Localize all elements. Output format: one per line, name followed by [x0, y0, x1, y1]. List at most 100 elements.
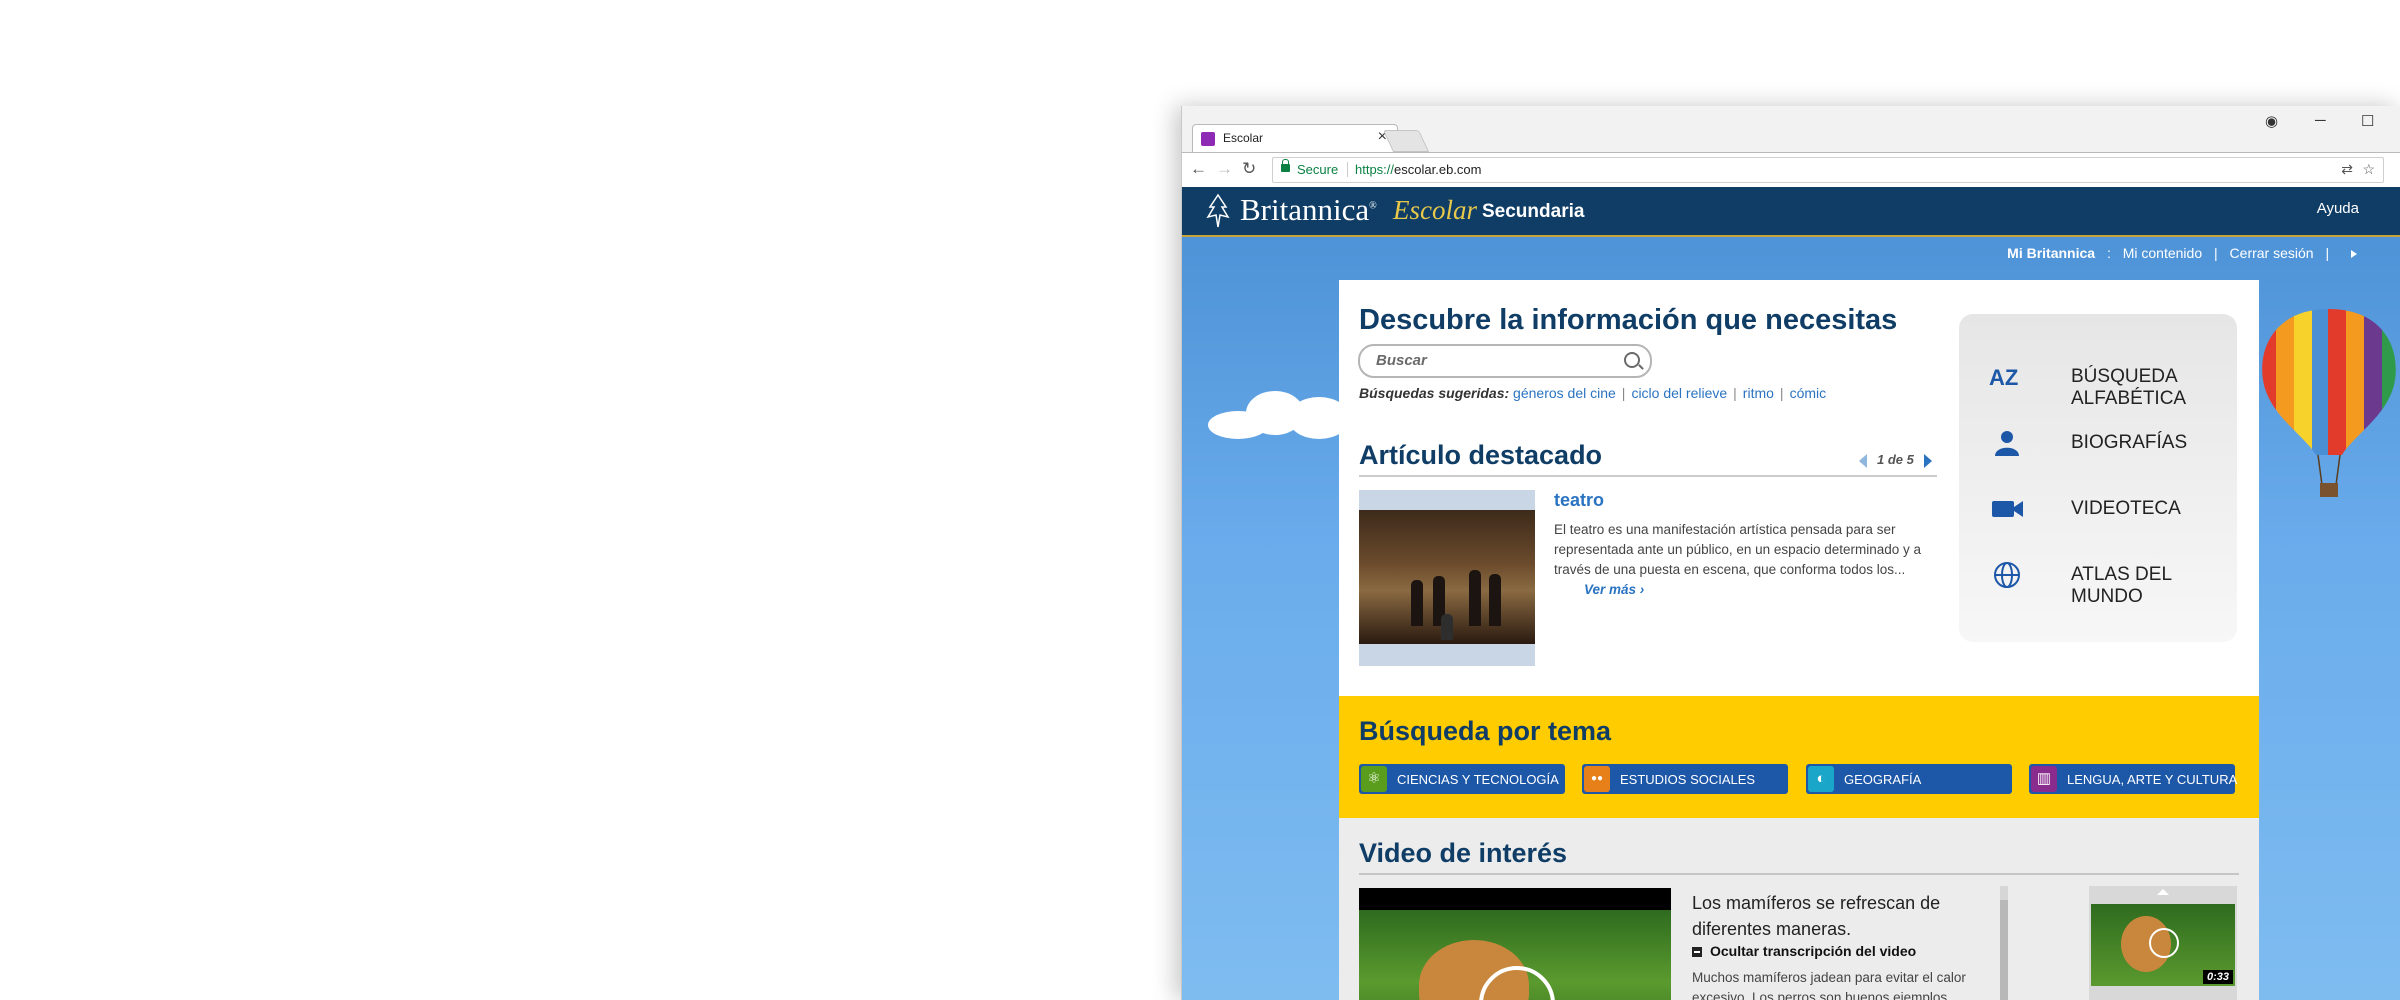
- suggested-label: Búsquedas sugeridas:: [1359, 385, 1510, 401]
- title-bar: Escolar × ◉ ─ ☐: [1182, 106, 2400, 153]
- quick-link-label: ATLAS DEL MUNDO: [2071, 564, 2172, 607]
- scroll-up-arrow-icon[interactable]: [2157, 889, 2169, 895]
- topic-label: CIENCIAS Y TECNOLOGÍA: [1397, 772, 1559, 787]
- web-page: Britannica® Escolar Secundaria Ayuda Mi …: [1182, 187, 2400, 1000]
- topics-title: Búsqueda por tema: [1359, 716, 1612, 746]
- profile-icon[interactable]: ◉: [2265, 112, 2278, 130]
- reload-icon[interactable]: ↻: [1242, 159, 1256, 179]
- featured-pager: 1 de 5: [1859, 452, 1932, 468]
- logo-britannica[interactable]: Britannica®: [1240, 192, 1377, 228]
- transcript-toggle[interactable]: Ocultar transcripción del video: [1692, 943, 1916, 959]
- maximize-icon[interactable]: ☐: [2361, 112, 2374, 130]
- omnibox-divider: [1347, 162, 1348, 177]
- topic-label: ESTUDIOS SOCIALES: [1620, 772, 1756, 787]
- scrollbar-thumb[interactable]: [2000, 900, 2008, 1000]
- quick-link-world-atlas[interactable]: ATLAS DEL MUNDO: [1989, 554, 2229, 607]
- quick-link-label: BÚSQUEDA ALFABÉTICA: [2071, 366, 2187, 409]
- collapse-icon: [1692, 947, 1702, 958]
- quick-link-label: VIDEOTECA: [2071, 498, 2181, 519]
- video-thumbnail[interactable]: 0:33: [2091, 904, 2235, 986]
- main-card: Descubre la información que necesitas Bú…: [1339, 280, 2259, 1000]
- quick-link-video-library[interactable]: VIDEOTECA: [1989, 488, 2229, 528]
- quick-link-label: BIOGRAFÍAS: [2071, 432, 2188, 453]
- transcript-scrollbar[interactable]: [2000, 886, 2008, 1000]
- video-title: Video de interés: [1359, 838, 1568, 868]
- tab-title: Escolar: [1223, 131, 1264, 145]
- translate-icon[interactable]: ⇄: [2341, 161, 2353, 178]
- suggestion-divider: |: [1733, 385, 1737, 401]
- logo-escolar: Escolar: [1393, 195, 1477, 225]
- suggested-searches: Búsquedas sugeridas: géneros del cine | ci…: [1359, 385, 1826, 401]
- video-thumbnail-rail: 0:33: [2089, 886, 2237, 1000]
- user-bar-divider: |: [2325, 245, 2330, 261]
- article-thumbnail[interactable]: [1359, 490, 1535, 666]
- my-britannica-link[interactable]: Mi Britannica: [2007, 245, 2095, 261]
- help-link[interactable]: Ayuda: [2317, 200, 2359, 217]
- user-bar-colon: :: [2106, 245, 2111, 261]
- suggestion-link[interactable]: géneros del cine: [1513, 385, 1616, 401]
- video-divider: [1359, 873, 2239, 875]
- lock-icon: [1281, 159, 1290, 172]
- browser-tab[interactable]: Escolar ×: [1192, 124, 1398, 153]
- search-input[interactable]: [1374, 351, 1618, 370]
- search-box[interactable]: [1358, 344, 1652, 378]
- video-caption: Los mamíferos se refrescan de diferentes…: [1692, 893, 1941, 939]
- browser-window: Escolar × ◉ ─ ☐ ← → ↻ Secure https://esc…: [1181, 106, 2400, 1000]
- back-icon[interactable]: ←: [1190, 159, 1207, 179]
- next-arrow-icon[interactable]: [1923, 453, 1932, 468]
- featured-title: Artículo destacado: [1359, 440, 1603, 470]
- logo-britannica-text: Britannica: [1240, 192, 1370, 227]
- logo-level: Secundaria: [1482, 201, 1585, 222]
- article-summary: El teatro es una manifestación artística…: [1554, 520, 1936, 600]
- atom-icon: ⚛: [1361, 766, 1387, 792]
- person-icon: [1995, 431, 2019, 456]
- favicon-icon: [1201, 132, 1215, 146]
- quick-link-biographies[interactable]: BIOGRAFÍAS: [1989, 422, 2229, 462]
- topic-label: LENGUA, ARTE Y CULTURA: [2067, 772, 2238, 787]
- chevron-right-icon[interactable]: [2351, 250, 2357, 259]
- quick-link-alphabetical[interactable]: AZ BÚSQUEDA ALFABÉTICA: [1989, 356, 2229, 409]
- registered-mark: ®: [1369, 200, 1377, 212]
- forward-icon[interactable]: →: [1216, 159, 1233, 179]
- topic-button-language-arts[interactable]: ▥ LENGUA, ARTE Y CULTURA: [2029, 764, 2238, 794]
- play-icon: [2149, 928, 2179, 958]
- video-player[interactable]: [1359, 888, 1671, 1000]
- url-field[interactable]: Secure https://escolar.eb.com ⇄ ☆: [1272, 157, 2384, 183]
- url-text[interactable]: https://escolar.eb.com: [1355, 162, 1481, 177]
- topic-button-geography[interactable]: ◐ GEOGRAFÍA: [1806, 764, 2012, 794]
- user-bar-divider: |: [2214, 245, 2218, 261]
- url-scheme: https://: [1355, 162, 1395, 177]
- topic-button-science[interactable]: ⚛ CIENCIAS Y TECNOLOGÍA: [1359, 764, 1565, 794]
- hero-title: Descubre la información que necesitas: [1359, 304, 1898, 336]
- video-duration: 0:33: [2202, 970, 2233, 984]
- az-icon: AZ: [1989, 365, 2018, 390]
- bookmark-star-icon[interactable]: ☆: [2362, 161, 2375, 178]
- topic-label: GEOGRAFÍA: [1844, 772, 1922, 787]
- my-content-link[interactable]: Mi contenido: [2123, 245, 2202, 261]
- suggestion-divider: |: [1621, 385, 1626, 401]
- topics-section: Búsqueda por tema ⚛ CIENCIAS Y TECNOLOGÍ…: [1339, 696, 2259, 818]
- suggestion-link[interactable]: cómic: [1790, 385, 1827, 401]
- secure-label: Secure: [1297, 162, 1339, 177]
- thistle-logo-icon: [1206, 193, 1230, 228]
- read-more-link[interactable]: Ver más ›: [1584, 582, 1644, 597]
- suggestion-link[interactable]: ritmo: [1743, 385, 1774, 401]
- search-icon[interactable]: [1624, 352, 1640, 368]
- logout-link[interactable]: Cerrar sesión: [2230, 245, 2314, 261]
- people-icon: ●●: [1584, 766, 1610, 792]
- minimize-icon[interactable]: ─: [2315, 112, 2326, 129]
- previous-arrow-icon[interactable]: [1859, 453, 1867, 468]
- user-bar: Mi Britannica : Mi contenido | Cerrar se…: [2007, 245, 2357, 261]
- article-summary-text: El teatro es una manifestación artística…: [1554, 522, 1922, 577]
- museum-icon: ▥: [2031, 766, 2057, 792]
- article-title-link[interactable]: teatro: [1554, 490, 1604, 511]
- transcript-text: Muchos mamíferos jadean para evitar el c…: [1692, 970, 1966, 1000]
- video-section: Video de interés Los mamíferos se refres…: [1339, 818, 2259, 1000]
- site-header: Britannica® Escolar Secundaria Ayuda: [1182, 187, 2400, 237]
- hot-air-balloon-decoration: [2262, 309, 2396, 497]
- quick-links-panel: AZ BÚSQUEDA ALFABÉTICA BIOGRAFÍAS VIDEOT…: [1959, 314, 2237, 642]
- topic-button-social-studies[interactable]: ●● ESTUDIOS SOCIALES: [1582, 764, 1788, 794]
- globe-icon: ◐: [1808, 766, 1834, 792]
- suggestion-link[interactable]: ciclo del relieve: [1631, 385, 1727, 401]
- featured-divider: [1359, 475, 1937, 477]
